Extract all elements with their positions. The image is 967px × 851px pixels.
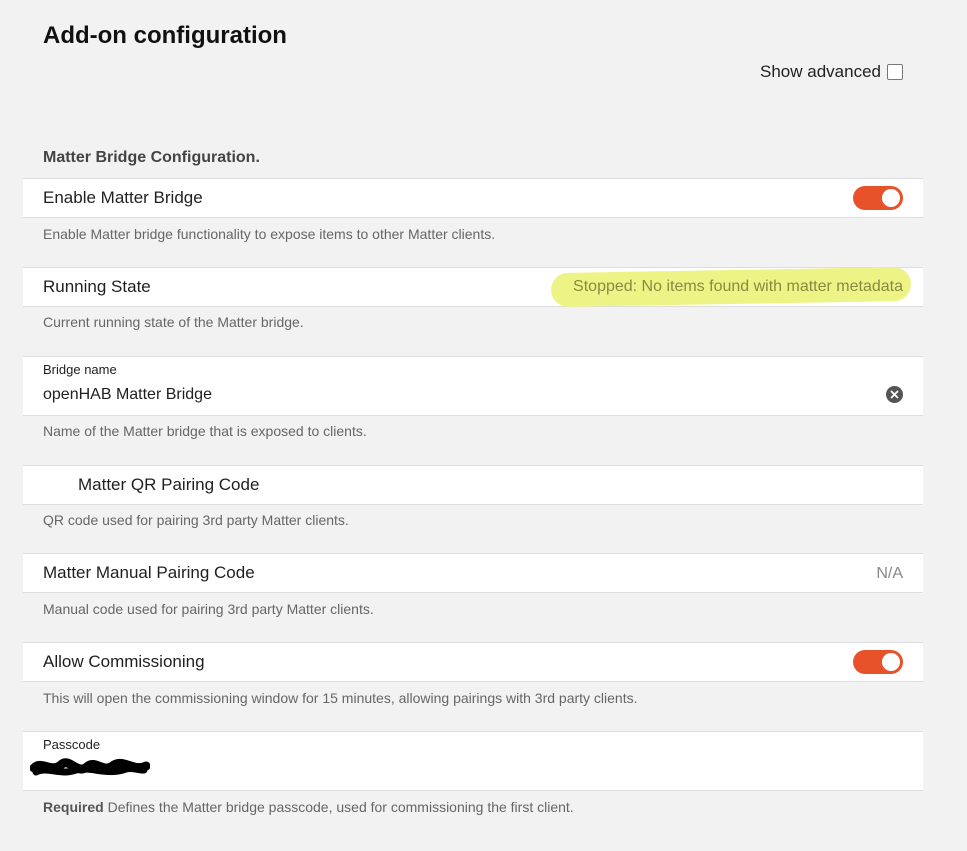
passcode-description-line: Required Defines the Matter bridge passc… [43, 799, 574, 815]
manual-code-value: N/A [876, 565, 903, 582]
allow-commissioning-description: This will open the commissioning window … [43, 690, 638, 706]
enable-bridge-row: Enable Matter Bridge [23, 178, 923, 218]
allow-commissioning-label: Allow Commissioning [43, 652, 205, 671]
redaction-scribble [30, 758, 150, 776]
show-advanced-label: Show advanced [760, 62, 881, 81]
required-badge: Required [43, 799, 104, 815]
qr-code-label: Matter QR Pairing Code [78, 475, 260, 494]
show-advanced-toggle[interactable]: Show advanced [760, 62, 903, 82]
passcode-label: Passcode [43, 737, 101, 752]
enable-bridge-toggle[interactable] [853, 186, 903, 210]
page-title: Add-on configuration [43, 22, 287, 49]
bridge-name-input[interactable]: openHAB Matter Bridge [43, 386, 212, 404]
qr-code-description: QR code used for pairing 3rd party Matte… [43, 512, 349, 528]
passcode-description: Defines the Matter bridge passcode, used… [103, 799, 574, 815]
running-state-description: Current running state of the Matter brid… [43, 314, 304, 330]
manual-code-label: Matter Manual Pairing Code [43, 563, 255, 582]
toggle-knob [882, 653, 900, 671]
bridge-name-description: Name of the Matter bridge that is expose… [43, 423, 367, 439]
toggle-knob [882, 189, 900, 207]
manual-code-row: Matter Manual Pairing Code N/A [23, 553, 923, 593]
allow-commissioning-row: Allow Commissioning [23, 642, 923, 682]
bridge-name-row[interactable]: Bridge name openHAB Matter Bridge [23, 356, 923, 416]
qr-code-row: Matter QR Pairing Code [23, 465, 923, 505]
clear-icon[interactable] [886, 386, 903, 403]
section-title: Matter Bridge Configuration. [43, 149, 260, 166]
show-advanced-checkbox[interactable] [887, 64, 903, 80]
running-state-row: Running State Stopped: No items found wi… [23, 266, 923, 308]
running-state-value: Stopped: No items found with matter meta… [573, 278, 903, 295]
enable-bridge-description: Enable Matter bridge functionality to ex… [43, 226, 496, 242]
passcode-row[interactable]: Passcode [23, 731, 923, 791]
manual-code-description: Manual code used for pairing 3rd party M… [43, 601, 374, 617]
bridge-name-label: Bridge name [43, 362, 117, 377]
running-state-label: Running State [43, 277, 151, 296]
enable-bridge-label: Enable Matter Bridge [43, 188, 203, 207]
allow-commissioning-toggle[interactable] [853, 650, 903, 674]
